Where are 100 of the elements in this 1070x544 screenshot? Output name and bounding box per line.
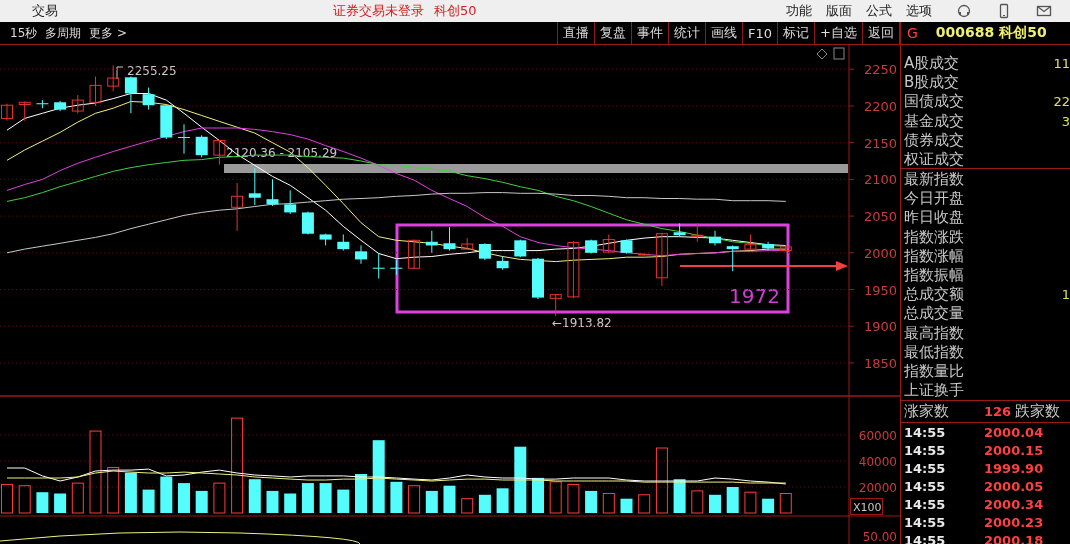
- period-option[interactable]: 多周期: [45, 24, 82, 42]
- tick-price: 2000.15: [984, 442, 1044, 458]
- stat-value: 1: [1061, 287, 1070, 303]
- stat-label: 涨家数: [903, 402, 950, 421]
- pointer-icon: [116, 66, 124, 80]
- axis-label: 2050: [863, 209, 897, 225]
- stat-label: 总成交额: [903, 285, 964, 305]
- period-option[interactable]: 更多 >: [89, 24, 128, 42]
- candlestick: [160, 104, 173, 140]
- tick-time: 14:55: [903, 496, 947, 512]
- candlestick: [655, 232, 668, 287]
- candlestick: [18, 101, 31, 122]
- stat-label: 指数涨跌: [903, 227, 964, 247]
- candlestick: [744, 233, 757, 251]
- candlestick: [514, 239, 527, 258]
- candlestick: [71, 94, 84, 114]
- unit-label: X100: [850, 498, 883, 515]
- stat-label: 昨日收盘: [903, 208, 964, 228]
- toolbar-button[interactable]: 返回: [862, 22, 900, 44]
- candlestick: [425, 230, 438, 254]
- candlestick: [496, 256, 509, 271]
- candlestick: [673, 222, 686, 238]
- stat-label: 最高指数: [903, 323, 964, 343]
- tick-price: 2000.34: [984, 496, 1044, 512]
- stat-label: 最新指数: [903, 170, 964, 190]
- candlestick: [532, 257, 544, 300]
- tick-time: 14:55: [903, 424, 947, 440]
- stat-value: 11: [1053, 56, 1070, 72]
- box-label: 1972: [729, 284, 780, 308]
- axis-label: 2250: [863, 62, 897, 78]
- stat-value: 126: [984, 404, 1012, 419]
- axis-label: 2100: [863, 172, 897, 188]
- tick-price: 2000.18: [984, 532, 1044, 544]
- tick-time: 14:55: [903, 532, 947, 544]
- stat-label: 今日开盘: [903, 189, 964, 209]
- candlestick: [35, 99, 49, 109]
- axis-label: 40000: [858, 455, 897, 469]
- tick-price: 2000.23: [984, 514, 1044, 530]
- menu-item[interactable]: 公式: [866, 2, 892, 20]
- stat-label: 最低指数: [903, 342, 964, 362]
- tick-time: 14:55: [903, 514, 947, 530]
- candlestick: [779, 244, 792, 252]
- stat-label: 指数振幅: [903, 266, 964, 286]
- axis-label: 60000: [858, 429, 897, 443]
- candlestick: [1, 103, 13, 122]
- candlestick: [602, 233, 615, 254]
- mail-icon[interactable]: [1036, 3, 1052, 19]
- panel-icon: [833, 47, 845, 60]
- tick-price: 1999.90: [984, 460, 1044, 476]
- candlestick: [408, 239, 421, 270]
- candlestick: [177, 123, 191, 155]
- axis-label: 50.00: [862, 530, 897, 544]
- stat-label: 权证成交: [903, 150, 964, 170]
- low-price-label: ←1913.82: [552, 316, 612, 330]
- headset-icon[interactable]: [956, 3, 972, 19]
- candlestick: [478, 242, 491, 261]
- candlestick: [266, 178, 279, 207]
- candlestick: [231, 182, 244, 232]
- axis-label: 2000: [863, 245, 897, 261]
- diamond-icon: [816, 48, 828, 60]
- stat-label: 国债成交: [903, 92, 964, 112]
- index-name: 科创50: [434, 2, 477, 20]
- axis-label: 1850: [863, 355, 897, 371]
- candlestick: [319, 233, 332, 246]
- security-name: 000688 科创50: [935, 24, 1047, 42]
- candlestick: [691, 222, 704, 243]
- period-option[interactable]: 15秒: [10, 24, 38, 42]
- axis-label: 2200: [863, 98, 897, 114]
- market-code: G: [907, 25, 918, 41]
- candlestick: [709, 230, 721, 246]
- candlestick: [372, 252, 386, 279]
- candlestick: [549, 293, 562, 317]
- candlestick: [89, 76, 102, 107]
- candlestick: [355, 244, 367, 265]
- tick-price: 2000.05: [984, 478, 1044, 494]
- stat-label: 债券成交: [903, 130, 964, 150]
- stat-label: 上证换手: [903, 381, 964, 401]
- axis-label: 20000: [858, 481, 897, 495]
- candlestick: [389, 259, 403, 276]
- candlestick: [195, 134, 208, 158]
- stat-label: 指数量比: [903, 361, 964, 381]
- menu-item[interactable]: 功能: [786, 2, 812, 20]
- stat-label: 指数涨幅: [903, 246, 964, 266]
- menu-item[interactable]: 版面: [826, 2, 852, 20]
- candlestick: [638, 253, 651, 257]
- tick-time: 14:55: [903, 478, 947, 494]
- candlestick: [762, 241, 775, 252]
- menu-item[interactable]: 交易: [32, 2, 58, 20]
- high-price-label: 2255.25: [127, 64, 177, 78]
- tick-time: 14:55: [903, 460, 947, 476]
- candlestick: [124, 76, 137, 114]
- candlestick: [620, 239, 633, 255]
- stat-label: 总成交量: [903, 304, 964, 324]
- stat-label: 基金成交: [903, 111, 964, 131]
- candlestick: [461, 237, 474, 251]
- candlestick: [726, 244, 739, 272]
- stat-value: 3: [1061, 113, 1070, 129]
- tick-time: 14:55: [903, 442, 947, 458]
- menu-item[interactable]: 选项: [906, 2, 932, 20]
- candlestick: [443, 226, 456, 252]
